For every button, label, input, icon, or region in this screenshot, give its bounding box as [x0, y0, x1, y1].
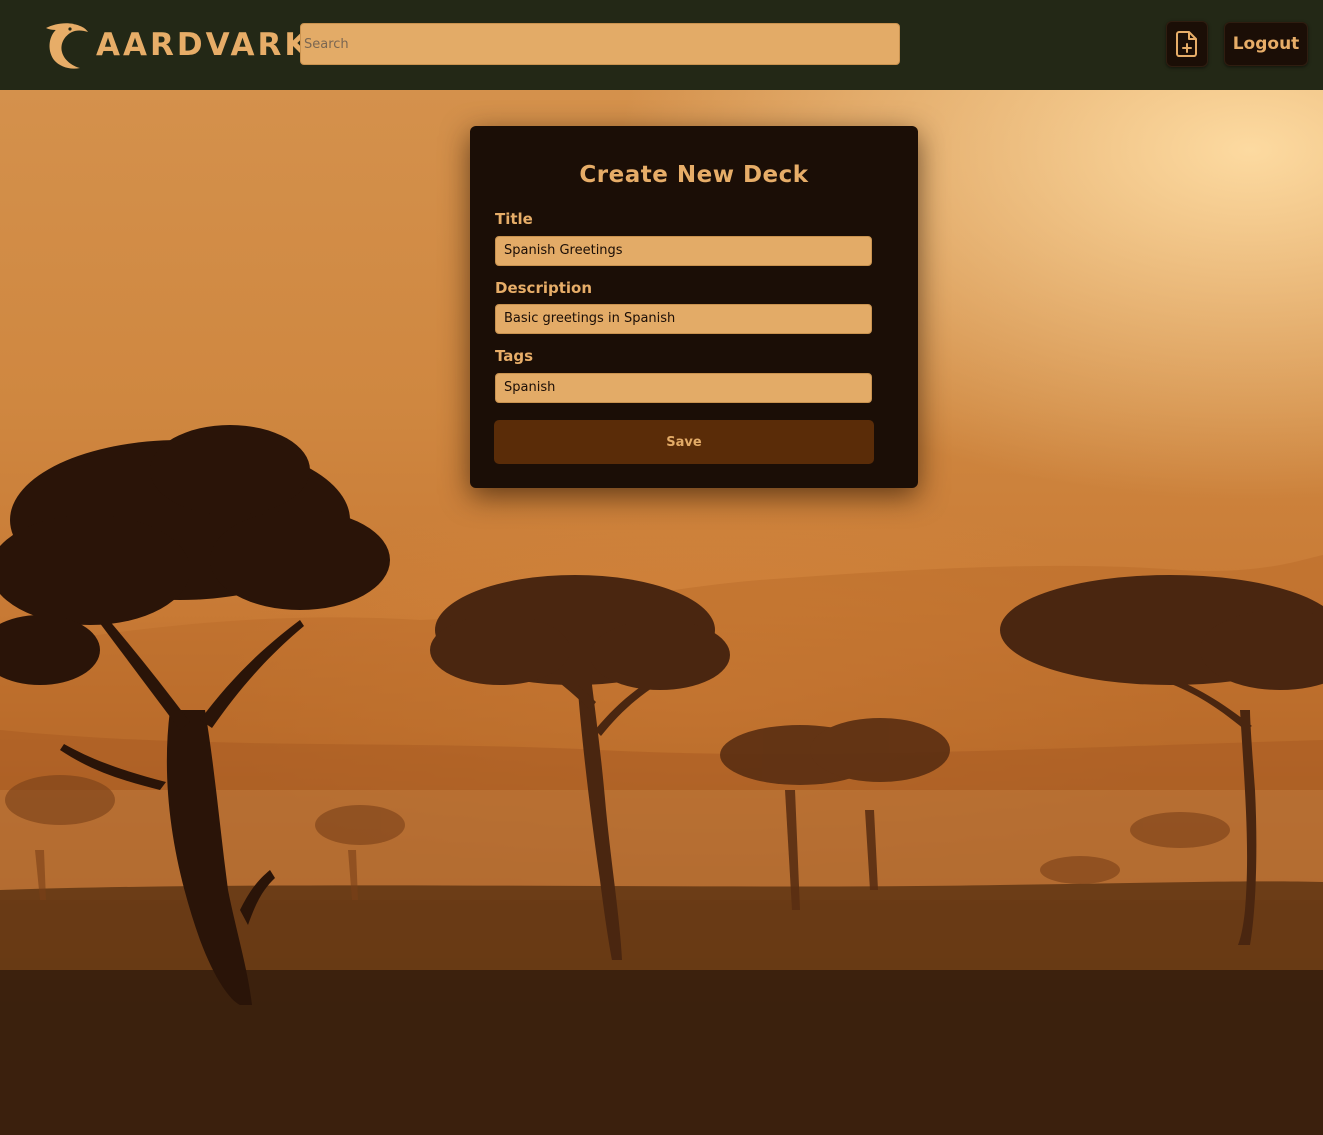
description-label: Description: [495, 279, 593, 297]
description-input[interactable]: Basic greetings in Spanish: [495, 304, 872, 334]
save-button[interactable]: Save: [494, 420, 874, 464]
logout-button[interactable]: Logout: [1224, 22, 1308, 66]
create-deck-form: Create New Deck Title Spanish Greetings …: [470, 126, 918, 488]
form-title: Create New Deck: [579, 162, 809, 188]
aardvark-logo-icon: [46, 23, 88, 69]
title-input[interactable]: Spanish Greetings: [495, 236, 872, 266]
top-navbar: AARDVARK Logout: [0, 0, 1323, 90]
file-plus-icon: [1176, 31, 1197, 57]
app-name: AARDVARK: [96, 27, 312, 63]
new-deck-button[interactable]: [1166, 21, 1208, 67]
title-label: Title: [495, 210, 533, 228]
tags-input[interactable]: Spanish: [495, 373, 872, 403]
search-input[interactable]: [300, 23, 900, 65]
tags-label: Tags: [495, 347, 534, 365]
app-logo[interactable]: AARDVARK: [44, 20, 311, 70]
